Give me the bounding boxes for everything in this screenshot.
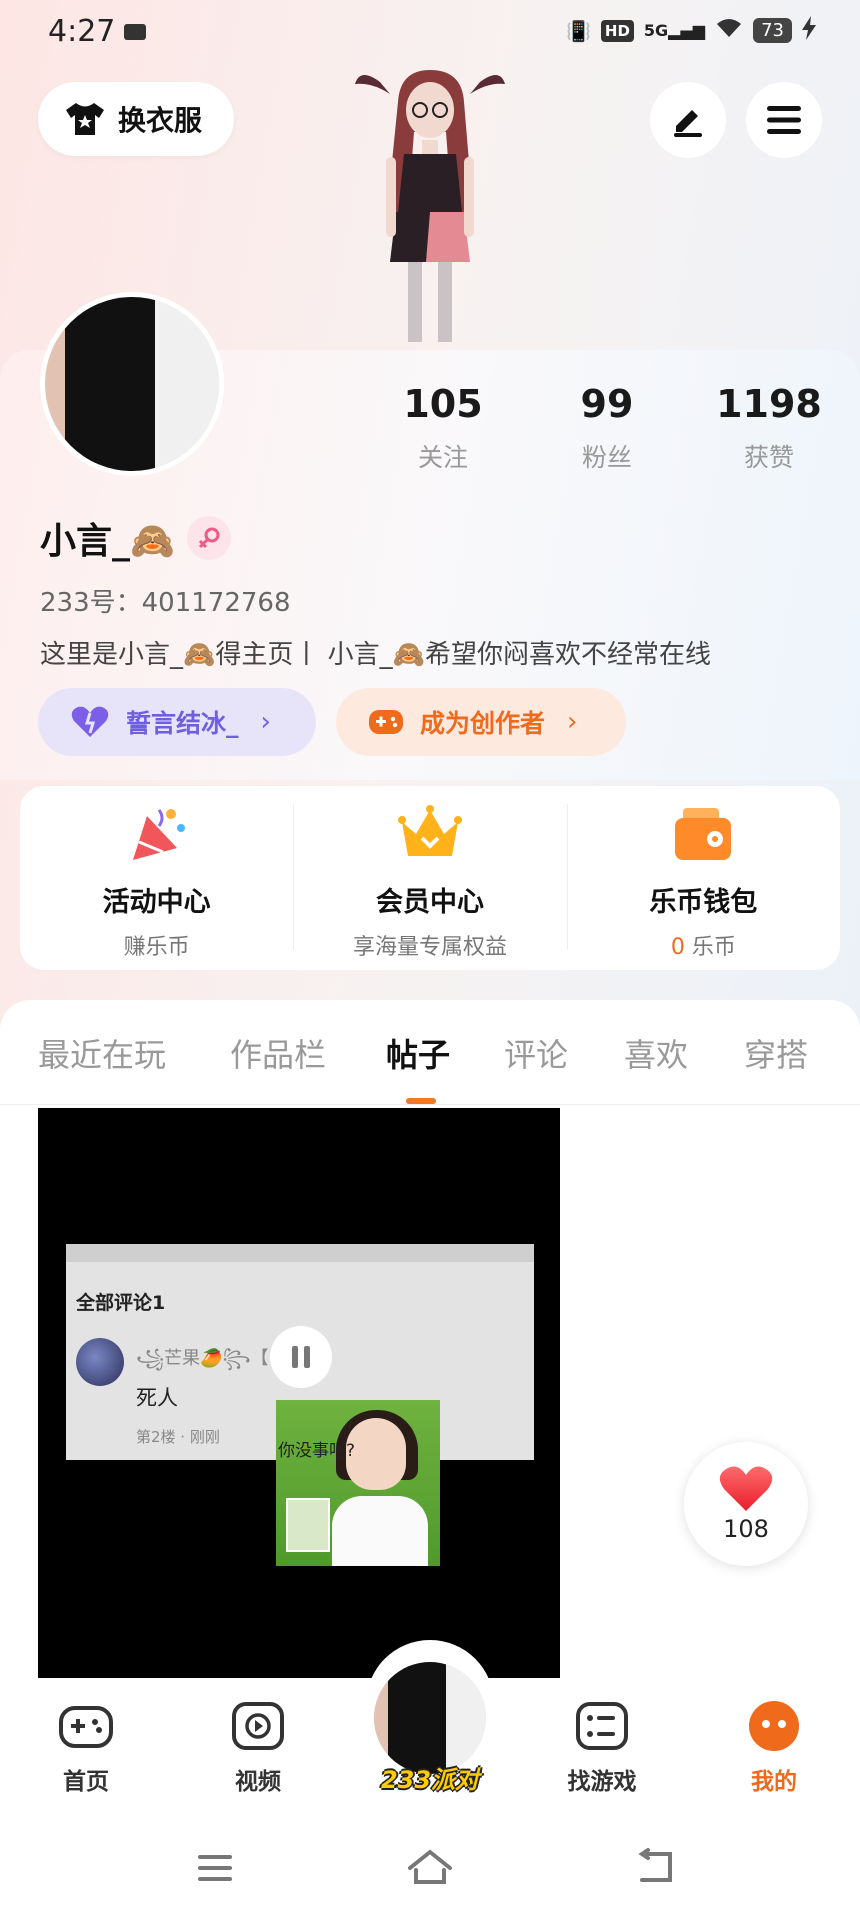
status-icons: 📳 HD 5G▂▄▆ 73 — [566, 16, 816, 45]
become-creator-button[interactable]: 成为创作者 › — [336, 688, 626, 756]
pause-button[interactable] — [270, 1326, 332, 1388]
female-icon — [186, 516, 231, 560]
tshirt-icon — [66, 103, 104, 135]
nav-video-label: 视频 — [235, 1769, 281, 1795]
status-bar: 4:27 📳 HD 5G▂▄▆ 73 — [0, 0, 860, 70]
stat-followers[interactable]: 99 粉丝 — [537, 382, 677, 474]
pause-icon-bar — [304, 1346, 310, 1368]
profile-dots-icon — [749, 1701, 799, 1751]
like-button[interactable]: 108 — [684, 1442, 808, 1566]
vip-center-button[interactable]: 会员中心 享海量专属权益 — [293, 786, 566, 970]
stat-likes[interactable]: 1198 获赞 — [699, 382, 839, 474]
activity-center-title: 活动中心 — [102, 887, 211, 918]
post-card[interactable]: 全部评论1 ꧁芒果🥭꧂【 死人 第2楼 · 刚刚 你没事吧? — [38, 1108, 560, 1688]
panel-header — [66, 1244, 534, 1262]
nav-home-label: 首页 — [63, 1769, 109, 1795]
change-outfit-label: 换衣服 — [118, 104, 203, 137]
likes-label: 获赞 — [743, 443, 794, 472]
party-label: 233派对 — [380, 1766, 480, 1794]
change-outfit-button[interactable]: 换衣服 — [38, 82, 234, 156]
comment-meta: 第2楼 · 刚刚 — [136, 1428, 220, 1446]
recent-apps-icon[interactable] — [196, 1852, 234, 1884]
party-popper-icon — [132, 809, 185, 860]
oath-pill-button[interactable]: 誓言结冰_ › — [38, 688, 316, 756]
tab-works[interactable]: 作品栏 — [230, 1030, 326, 1076]
wifi-icon — [715, 17, 743, 44]
meme-caption: 你没事吧? — [278, 1441, 356, 1461]
username: 小言_🙈 — [40, 521, 175, 562]
avatar-figure[interactable] — [350, 62, 510, 352]
chevron-right-icon: › — [260, 707, 271, 737]
pause-icon — [292, 1346, 298, 1368]
coin-unit: 乐币 — [691, 935, 736, 960]
nav-me-label: 我的 — [751, 1769, 797, 1795]
gamepad-icon — [59, 1706, 113, 1748]
home-icon[interactable] — [406, 1848, 454, 1886]
play-icon — [232, 1702, 284, 1750]
nav-me[interactable]: 我的 — [714, 1700, 834, 1796]
meme-product-box — [286, 1498, 330, 1552]
services-card: 活动中心 赚乐币 会员中心 享海量专属权益 乐币钱包 0 乐币 — [20, 786, 840, 970]
nav-find-games-label: 找游戏 — [567, 1769, 637, 1795]
comment-title: 全部评论1 — [76, 1292, 166, 1314]
meme-image: 你没事吧? — [276, 1400, 440, 1566]
user-id: 233号：401172768 — [40, 588, 291, 618]
hamburger-icon — [767, 106, 801, 134]
system-nav-bar — [0, 1818, 860, 1920]
avatar[interactable] — [40, 292, 224, 476]
coin-wallet-sub: 0 乐币 — [671, 929, 736, 961]
become-creator-label: 成为创作者 — [420, 709, 546, 738]
like-count: 108 — [723, 1515, 769, 1543]
nav-find-games[interactable]: 找游戏 — [542, 1700, 662, 1796]
tab-comments[interactable]: 评论 — [504, 1030, 568, 1076]
nav-home[interactable]: 首页 — [26, 1700, 146, 1796]
pencil-icon — [674, 110, 702, 137]
list-icon — [576, 1702, 628, 1750]
heart-icon — [719, 1466, 773, 1511]
oath-pill-label: 誓言结冰_ — [126, 709, 239, 738]
bio: 这里是小言_🙈得主页丨 小言_🙈希望你闷喜欢不经常在线 — [40, 640, 712, 670]
activity-center-button[interactable]: 活动中心 赚乐币 — [20, 786, 293, 970]
tab-likes[interactable]: 喜欢 — [624, 1030, 688, 1076]
following-label: 关注 — [417, 443, 468, 472]
coin-balance: 0 — [670, 935, 685, 960]
stat-following[interactable]: 105 关注 — [373, 382, 513, 474]
crown-icon — [397, 805, 462, 856]
signal-icon: 5G▂▄▆ — [643, 21, 706, 40]
camera-recording-icon — [124, 24, 146, 40]
gamepad-icon — [369, 710, 403, 734]
commenter-name: ꧁芒果🥭꧂【 — [136, 1348, 269, 1369]
tab-posts[interactable]: 帖子 — [386, 1030, 450, 1076]
nav-video[interactable]: 视频 — [198, 1700, 318, 1796]
tab-outfits[interactable]: 穿搭 — [744, 1030, 808, 1076]
activity-center-sub: 赚乐币 — [123, 935, 190, 960]
comment-text: 死人 — [136, 1386, 178, 1410]
back-icon[interactable] — [636, 1848, 676, 1886]
tab-recent[interactable]: 最近在玩 — [38, 1030, 166, 1076]
followers-label: 粉丝 — [581, 443, 632, 472]
hd-icon: HD — [600, 19, 634, 42]
heart-icon — [71, 706, 109, 737]
following-count: 105 — [403, 382, 483, 426]
coin-wallet-button[interactable]: 乐币钱包 0 乐币 — [566, 786, 840, 970]
battery-icon: 73 — [753, 18, 792, 43]
charging-icon — [802, 16, 816, 45]
edit-profile-button[interactable] — [650, 82, 726, 158]
likes-count: 1198 — [716, 382, 822, 426]
vip-center-sub: 享海量专属权益 — [352, 935, 507, 960]
chevron-right-icon: › — [567, 707, 578, 737]
meme-body — [332, 1496, 428, 1566]
coin-wallet-title: 乐币钱包 — [649, 887, 758, 918]
vip-center-title: 会员中心 — [375, 887, 484, 918]
followers-count: 99 — [580, 382, 634, 426]
status-time: 4:27 — [48, 14, 116, 49]
party-avatar-button[interactable] — [374, 1662, 486, 1774]
username-row: 小言_🙈 — [40, 512, 231, 564]
vibrate-icon: 📳 — [565, 18, 591, 43]
menu-button[interactable] — [746, 82, 822, 158]
commenter-avatar — [76, 1338, 124, 1386]
wallet-icon — [675, 808, 732, 860]
